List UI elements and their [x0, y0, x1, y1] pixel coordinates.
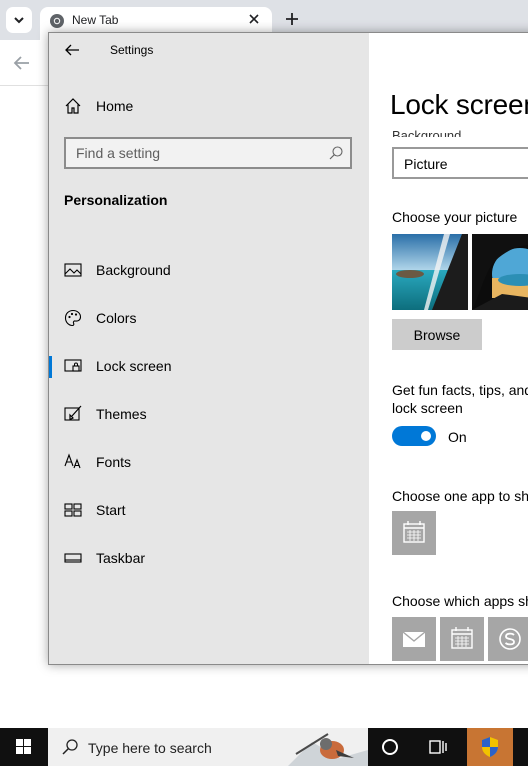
home-nav-item[interactable]: Home	[64, 95, 314, 117]
settings-window: Settings Home Personalization Background…	[48, 32, 528, 665]
navigation-pane: Settings Home Personalization Background…	[49, 33, 369, 664]
nav-item-colors[interactable]: Colors	[49, 298, 369, 338]
taskbar-icon	[64, 553, 82, 563]
cave-photo-image	[472, 234, 528, 310]
choose-one-app-label: Choose one app to sh	[392, 488, 528, 504]
nav-item-label: Background	[96, 262, 171, 278]
taskbar-search-placeholder: Type here to search	[88, 740, 212, 756]
nav-item-fonts[interactable]: Fonts	[49, 442, 369, 482]
plus-icon[interactable]	[283, 10, 301, 28]
detailed-status-app-button[interactable]	[392, 511, 436, 555]
taskbar: Type here to search	[0, 728, 528, 766]
content-pane: Lock screen Background Picture Choose yo…	[369, 33, 528, 664]
start-button[interactable]	[0, 728, 48, 766]
back-arrow-icon[interactable]	[63, 42, 81, 58]
nav-item-label: Fonts	[96, 454, 132, 470]
start-icon	[64, 503, 82, 517]
beach-photo-image	[392, 234, 468, 310]
quick-status-app-calendar[interactable]	[440, 617, 484, 661]
toggle-state-label: On	[448, 429, 467, 445]
background-dropdown[interactable]: Picture	[392, 147, 528, 179]
toggle-knob	[421, 431, 431, 441]
task-view-icon[interactable]	[428, 737, 448, 757]
pinned-app-button[interactable]	[467, 728, 513, 766]
back-arrow-icon[interactable]	[12, 54, 32, 72]
app-title: Settings	[110, 43, 154, 57]
browse-button[interactable]: Browse	[392, 319, 482, 350]
calendar-icon	[451, 627, 473, 649]
quick-status-app-mail[interactable]	[392, 617, 436, 661]
section-header: Personalization	[64, 192, 168, 208]
mail-icon	[402, 631, 426, 647]
nav-item-background[interactable]: Background	[49, 250, 369, 290]
fun-facts-label: Get fun facts, tips, and lock screen	[392, 381, 528, 417]
nav-item-start[interactable]: Start	[49, 490, 369, 530]
nav-item-themes[interactable]: Themes	[49, 394, 369, 434]
search-icon	[62, 739, 78, 755]
palette-icon	[64, 309, 82, 327]
brush-icon	[64, 405, 82, 421]
chrome-logo-icon	[50, 14, 64, 28]
nav-item-lock-screen[interactable]: Lock screen	[49, 346, 369, 386]
picture-thumbnail-1[interactable]	[392, 234, 468, 310]
fun-facts-line-1: Get fun facts, tips, and	[392, 382, 528, 398]
search-input[interactable]	[66, 139, 326, 167]
picture-icon	[64, 263, 82, 277]
taskbar-search-box[interactable]: Type here to search	[48, 728, 368, 766]
nav-item-label: Lock screen	[96, 358, 172, 374]
selection-indicator	[49, 356, 52, 378]
home-label: Home	[96, 98, 134, 114]
fun-facts-line-2: lock screen	[392, 400, 463, 416]
nav-item-label: Start	[96, 502, 126, 518]
home-icon	[65, 98, 81, 114]
background-dropdown-value: Picture	[404, 156, 448, 172]
choose-picture-label: Choose your picture	[392, 209, 518, 225]
nav-item-label: Themes	[96, 406, 147, 422]
tab-title: New Tab	[72, 13, 119, 27]
chevron-down-icon	[14, 17, 24, 24]
cortana-icon[interactable]	[381, 738, 399, 756]
find-setting-box[interactable]	[64, 137, 352, 169]
choose-which-apps-label: Choose which apps sh	[392, 593, 528, 609]
page-title: Lock screen	[390, 89, 528, 120]
nav-item-label: Colors	[96, 310, 137, 326]
search-icon[interactable]	[328, 145, 344, 161]
nav-item-taskbar[interactable]: Taskbar	[49, 538, 369, 578]
background-label: Background	[392, 128, 462, 137]
quick-status-app-skype[interactable]	[488, 617, 528, 661]
close-icon[interactable]	[246, 11, 262, 27]
nav-item-label: Taskbar	[96, 550, 146, 566]
picture-thumbnail-2[interactable]	[472, 234, 528, 310]
windows-logo-icon	[16, 739, 31, 754]
skype-icon	[499, 628, 521, 650]
font-icon	[64, 453, 81, 469]
tab-search-button[interactable]	[6, 7, 32, 33]
calendar-icon	[403, 521, 425, 543]
lock-screen-icon	[64, 359, 82, 372]
fun-facts-toggle[interactable]	[392, 426, 436, 446]
shield-icon	[482, 737, 498, 757]
search-highlight-image	[288, 733, 368, 766]
